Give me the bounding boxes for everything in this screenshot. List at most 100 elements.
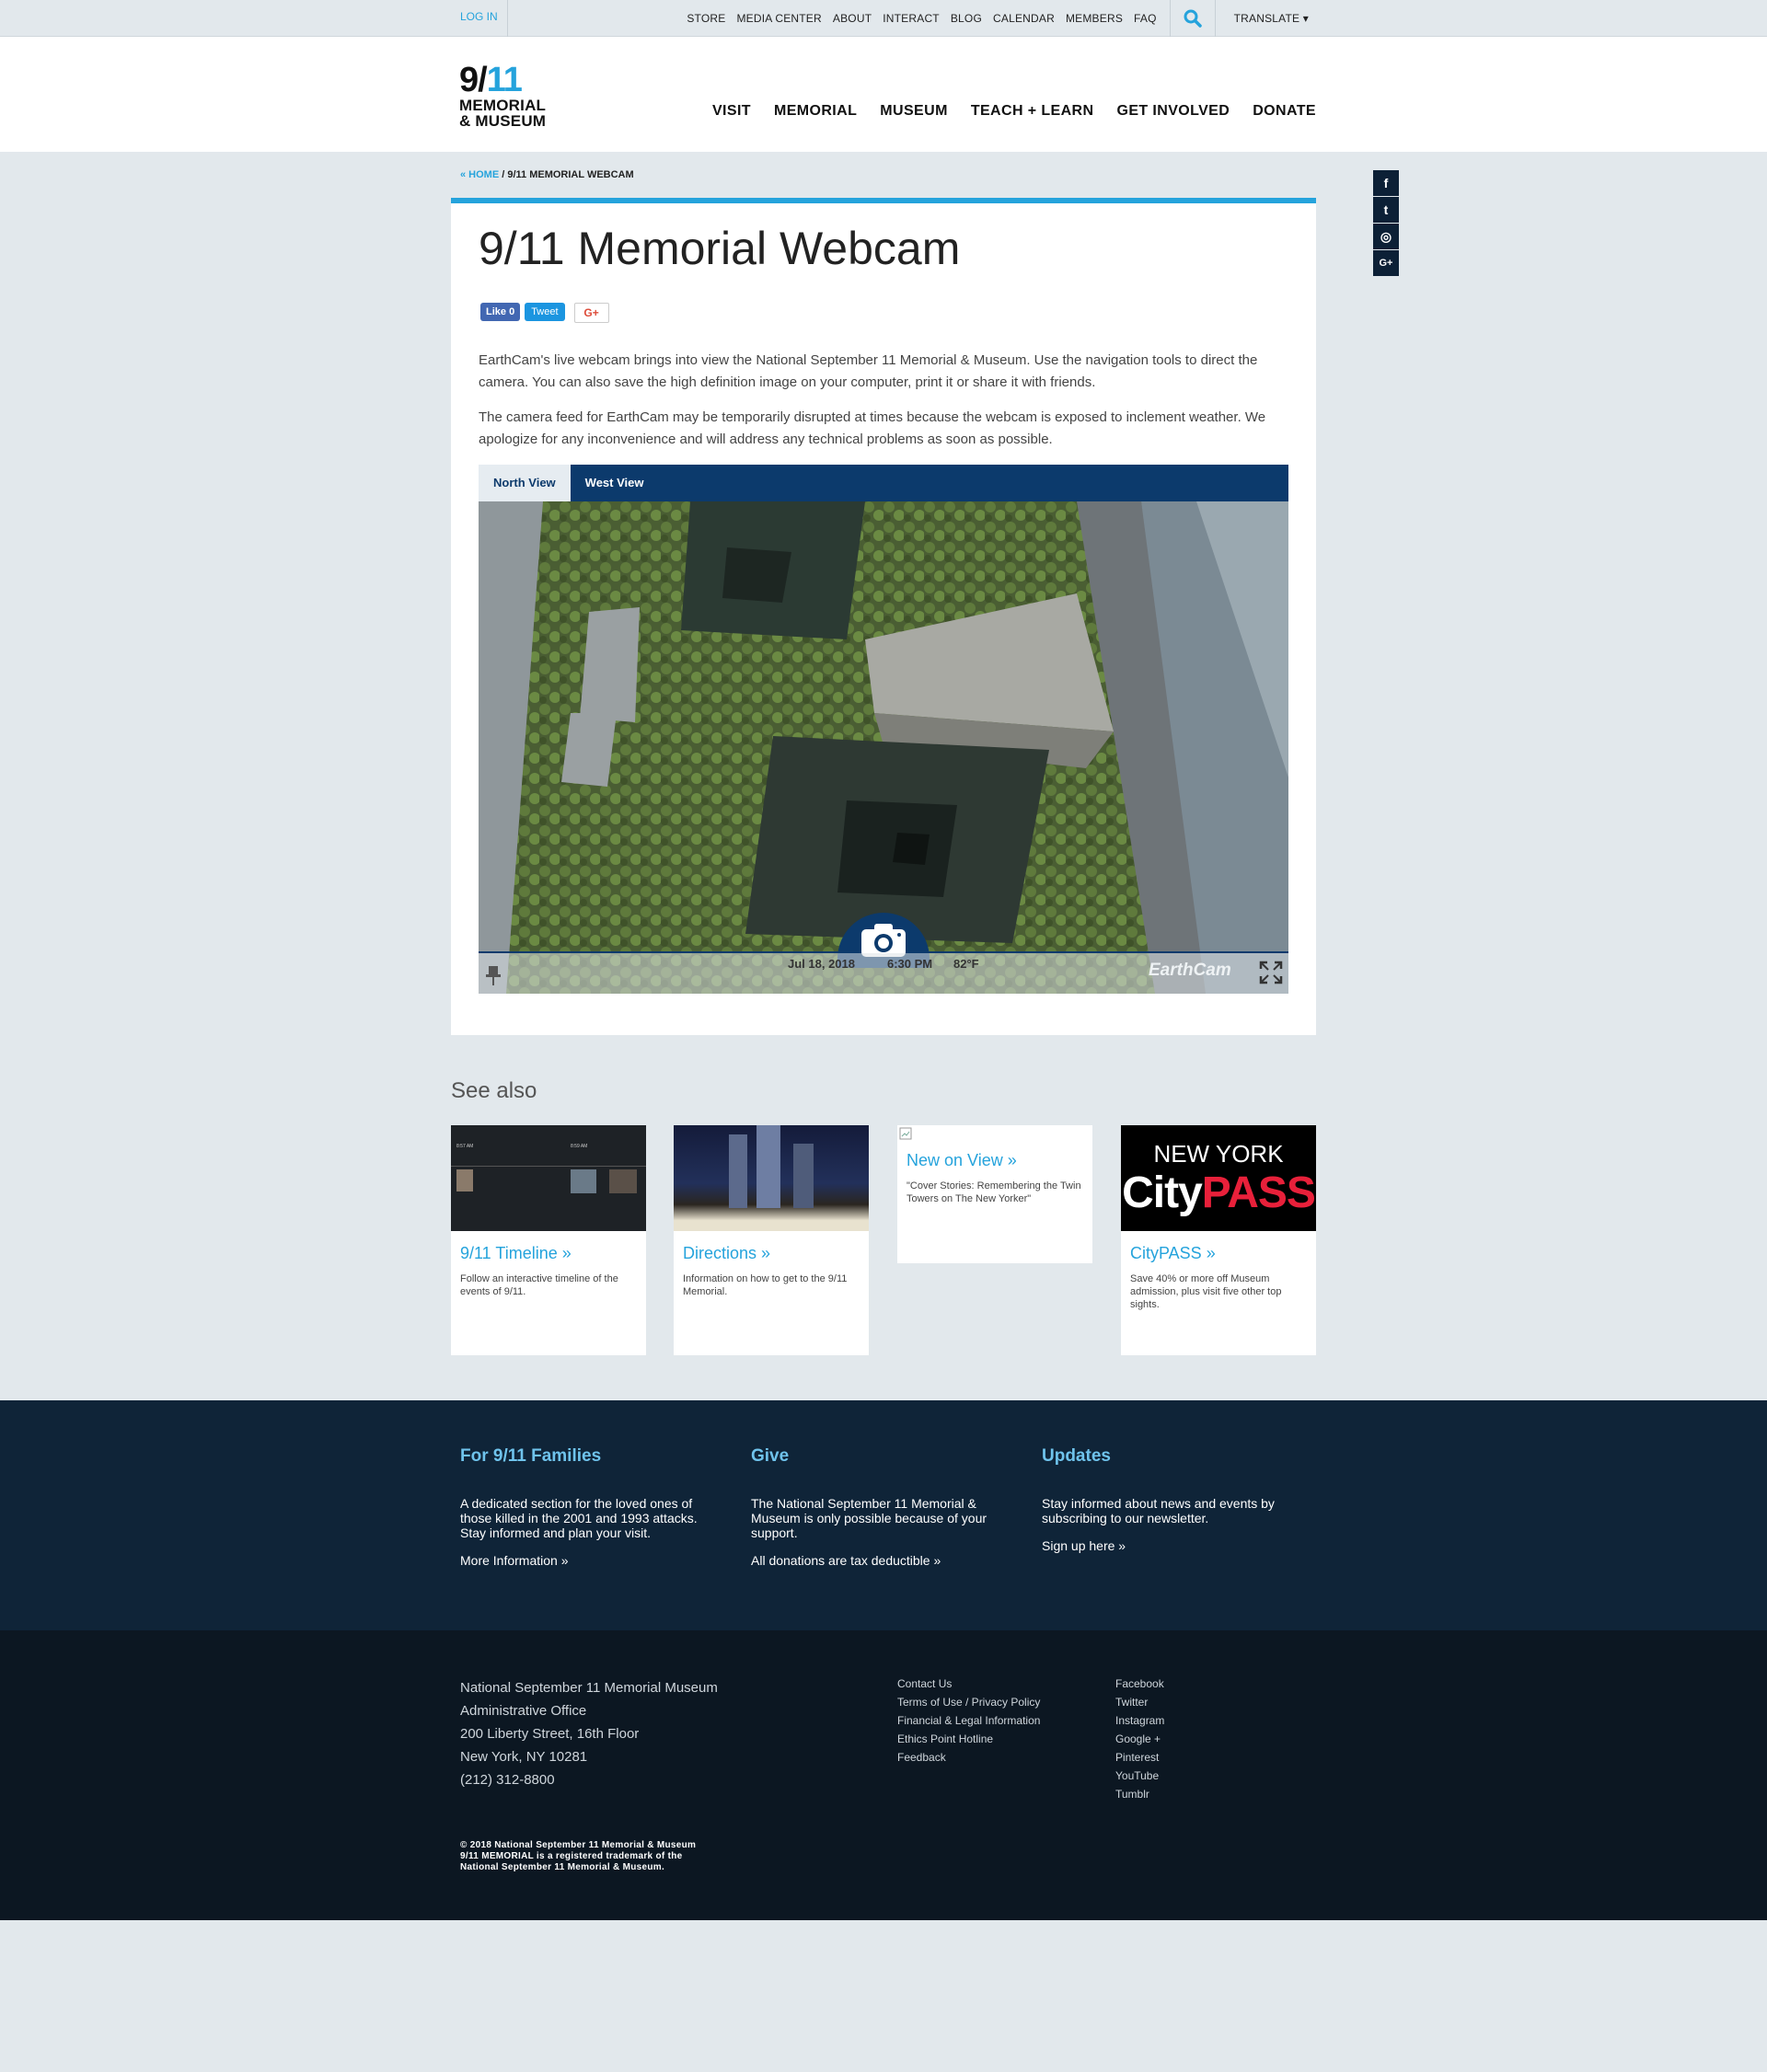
footer-link-instagram[interactable]: Instagram [1115, 1711, 1164, 1730]
footer-bottom: National September 11 Memorial Museum Ad… [0, 1630, 1767, 1920]
nav-donate[interactable]: DONATE [1253, 103, 1316, 120]
citypass-pass: PASS [1201, 1168, 1316, 1217]
webcam-date: Jul 18, 2018 [788, 957, 855, 971]
page-title: 9/11 Memorial Webcam [479, 223, 961, 274]
search-button[interactable] [1169, 0, 1216, 37]
utility-nav: STORE MEDIA CENTER ABOUT INTERACT BLOG C… [681, 0, 1316, 37]
tab-north-view[interactable]: North View [479, 465, 571, 501]
nav-get-involved[interactable]: GET INVOLVED [1116, 103, 1230, 120]
broken-image-icon [899, 1127, 1092, 1142]
webcam-time: 6:30 PM [887, 957, 933, 971]
util-link-store[interactable]: STORE [687, 12, 725, 25]
tile-desc-directions: Information on how to get to the 9/11 Me… [683, 1273, 848, 1297]
footer-link-twitter[interactable]: Twitter [1115, 1693, 1164, 1711]
util-link-members[interactable]: MEMBERS [1066, 12, 1123, 25]
see-also-heading: See also [451, 1078, 537, 1103]
webcam-tabs: North View West View [479, 465, 1288, 501]
intro-paragraph: EarthCam's live webcam brings into view … [479, 352, 1258, 390]
footer-col-title[interactable]: For 9/11 Families [460, 1446, 709, 1467]
facebook-icon[interactable]: f [1373, 170, 1399, 196]
breadcrumb-home[interactable]: « HOME [460, 169, 499, 180]
footer-col-give: Give The National September 11 Memorial … [751, 1446, 999, 1568]
footer-link-pinterest[interactable]: Pinterest [1115, 1748, 1164, 1767]
footer-col-text: Stay informed about news and events by s… [1042, 1496, 1275, 1525]
footer-link-feedback[interactable]: Feedback [897, 1748, 1040, 1767]
earthcam-logo: EarthCam [1149, 961, 1231, 980]
footer-link-tumblr[interactable]: Tumblr [1115, 1785, 1164, 1803]
share-buttons: Like 0 Tweet G+ [480, 303, 609, 323]
footer-col-link[interactable]: All donations are tax deductible » [751, 1553, 999, 1568]
footer-link-ethics[interactable]: Ethics Point Hotline [897, 1730, 1040, 1748]
footer-col-title[interactable]: Give [751, 1446, 999, 1467]
tile-title-new-on-view[interactable]: New on View » [907, 1151, 1083, 1170]
directions-thumbnail [674, 1125, 869, 1231]
footer-col-text: The National September 11 Memorial & Mus… [751, 1496, 987, 1540]
webcam-footer: Jul 18, 2018 6:30 PM 82°F EarthCam [479, 953, 1288, 994]
google-plus-icon[interactable]: G+ [1373, 250, 1399, 276]
tile-title-directions[interactable]: Directions » [683, 1244, 860, 1263]
see-also-tile-new-on-view[interactable]: New on View » "Cover Stories: Rememberin… [897, 1125, 1092, 1263]
nav-museum[interactable]: MUSEUM [880, 103, 948, 120]
citypass-logo: NEW YORK CityPASS [1121, 1125, 1316, 1231]
see-also-tile-timeline[interactable]: 8:57 AM 8:59 AM 9/11 Timeline » Follow a… [451, 1125, 646, 1355]
footer-col-families: For 9/11 Families A dedicated section fo… [460, 1446, 709, 1568]
util-link-blog[interactable]: BLOG [951, 12, 982, 25]
nav-visit[interactable]: VISIT [712, 103, 751, 120]
content-card: 9/11 Memorial Webcam Like 0 Tweet G+ Ear… [451, 198, 1316, 1035]
webcam-view[interactable]: Jul 18, 2018 6:30 PM 82°F EarthCam [479, 501, 1288, 994]
tile-desc-new-on-view: "Cover Stories: Remembering the Twin Tow… [907, 1180, 1081, 1204]
social-sidebar: f t ◎ G+ [1373, 170, 1399, 277]
facebook-like-button[interactable]: Like 0 [480, 303, 521, 321]
twitter-icon[interactable]: t [1373, 197, 1399, 223]
util-link-about[interactable]: ABOUT [833, 12, 872, 25]
address-line: Administrative Office [460, 1703, 587, 1719]
google-plus-button[interactable]: G+ [573, 303, 609, 323]
nav-memorial[interactable]: MEMORIAL [774, 103, 857, 120]
address-line: 200 Liberty Street, 16th Floor [460, 1726, 640, 1742]
footer-col-link[interactable]: More Information » [460, 1553, 709, 1568]
tile-title-citypass[interactable]: CityPASS » [1130, 1244, 1307, 1263]
footer-promos: For 9/11 Families A dedicated section fo… [0, 1400, 1767, 1630]
copyright-line: National September 11 Memorial & Museum. [460, 1862, 665, 1872]
footer-col-text: A dedicated section for the loved ones o… [460, 1496, 698, 1540]
util-link-media-center[interactable]: MEDIA CENTER [736, 12, 821, 25]
footer-link-facebook[interactable]: Facebook [1115, 1675, 1164, 1693]
footer-link-google-plus[interactable]: Google + [1115, 1730, 1164, 1748]
footer-col-title[interactable]: Updates [1042, 1446, 1290, 1467]
citypass-line1: NEW YORK [1153, 1140, 1284, 1168]
see-also-tile-directions[interactable]: Directions » Information on how to get t… [674, 1125, 869, 1355]
footer-link-terms[interactable]: Terms of Use / Privacy Policy [897, 1693, 1040, 1711]
tab-west-view[interactable]: West View [571, 465, 659, 501]
tweet-button[interactable]: Tweet [525, 303, 565, 321]
address-phone[interactable]: (212) 312-8800 [460, 1768, 718, 1791]
tile-desc-timeline: Follow an interactive timeline of the ev… [460, 1273, 618, 1297]
webcam-temperature: 82°F [953, 957, 979, 971]
footer-link-financial[interactable]: Financial & Legal Information [897, 1711, 1040, 1730]
footer-legal-links: Contact Us Terms of Use / Privacy Policy… [897, 1675, 1040, 1767]
disclaimer-paragraph: The camera feed for EarthCam may be temp… [479, 409, 1266, 447]
see-also-tile-citypass[interactable]: NEW YORK CityPASS CityPASS » Save 40% or… [1121, 1125, 1316, 1355]
instagram-icon[interactable]: ◎ [1373, 224, 1399, 249]
nav-teach-learn[interactable]: TEACH + LEARN [971, 103, 1094, 120]
copyright-line: 9/11 MEMORIAL is a registered trademark … [460, 1851, 683, 1861]
util-link-faq[interactable]: FAQ [1134, 12, 1157, 25]
fullscreen-icon[interactable] [1259, 961, 1283, 984]
logo-num-b: 11 [486, 61, 523, 99]
footer-social-links: Facebook Twitter Instagram Google + Pint… [1115, 1675, 1164, 1803]
footer-col-link[interactable]: Sign up here » [1042, 1538, 1290, 1553]
util-link-interact[interactable]: INTERACT [883, 12, 940, 25]
breadcrumb-current: / 9/11 MEMORIAL WEBCAM [499, 169, 634, 180]
footer-link-youtube[interactable]: YouTube [1115, 1767, 1164, 1785]
address-line: National September 11 Memorial Museum [460, 1680, 718, 1696]
tile-title-timeline[interactable]: 9/11 Timeline » [460, 1244, 637, 1263]
timeline-thumbnail: 8:57 AM 8:59 AM [451, 1125, 646, 1231]
login-link[interactable]: LOG IN [451, 0, 508, 37]
footer-col-updates: Updates Stay informed about news and eve… [1042, 1446, 1290, 1553]
main-nav: VISIT MEMORIAL MUSEUM TEACH + LEARN GET … [0, 103, 1316, 120]
timeline-thumb-time-2: 8:59 AM [571, 1144, 588, 1149]
translate-dropdown[interactable]: TRANSLATE ▾ [1221, 12, 1311, 25]
address-line: New York, NY 10281 [460, 1749, 588, 1765]
pin-icon[interactable] [484, 964, 502, 986]
footer-link-contact[interactable]: Contact Us [897, 1675, 1040, 1693]
util-link-calendar[interactable]: CALENDAR [993, 12, 1055, 25]
